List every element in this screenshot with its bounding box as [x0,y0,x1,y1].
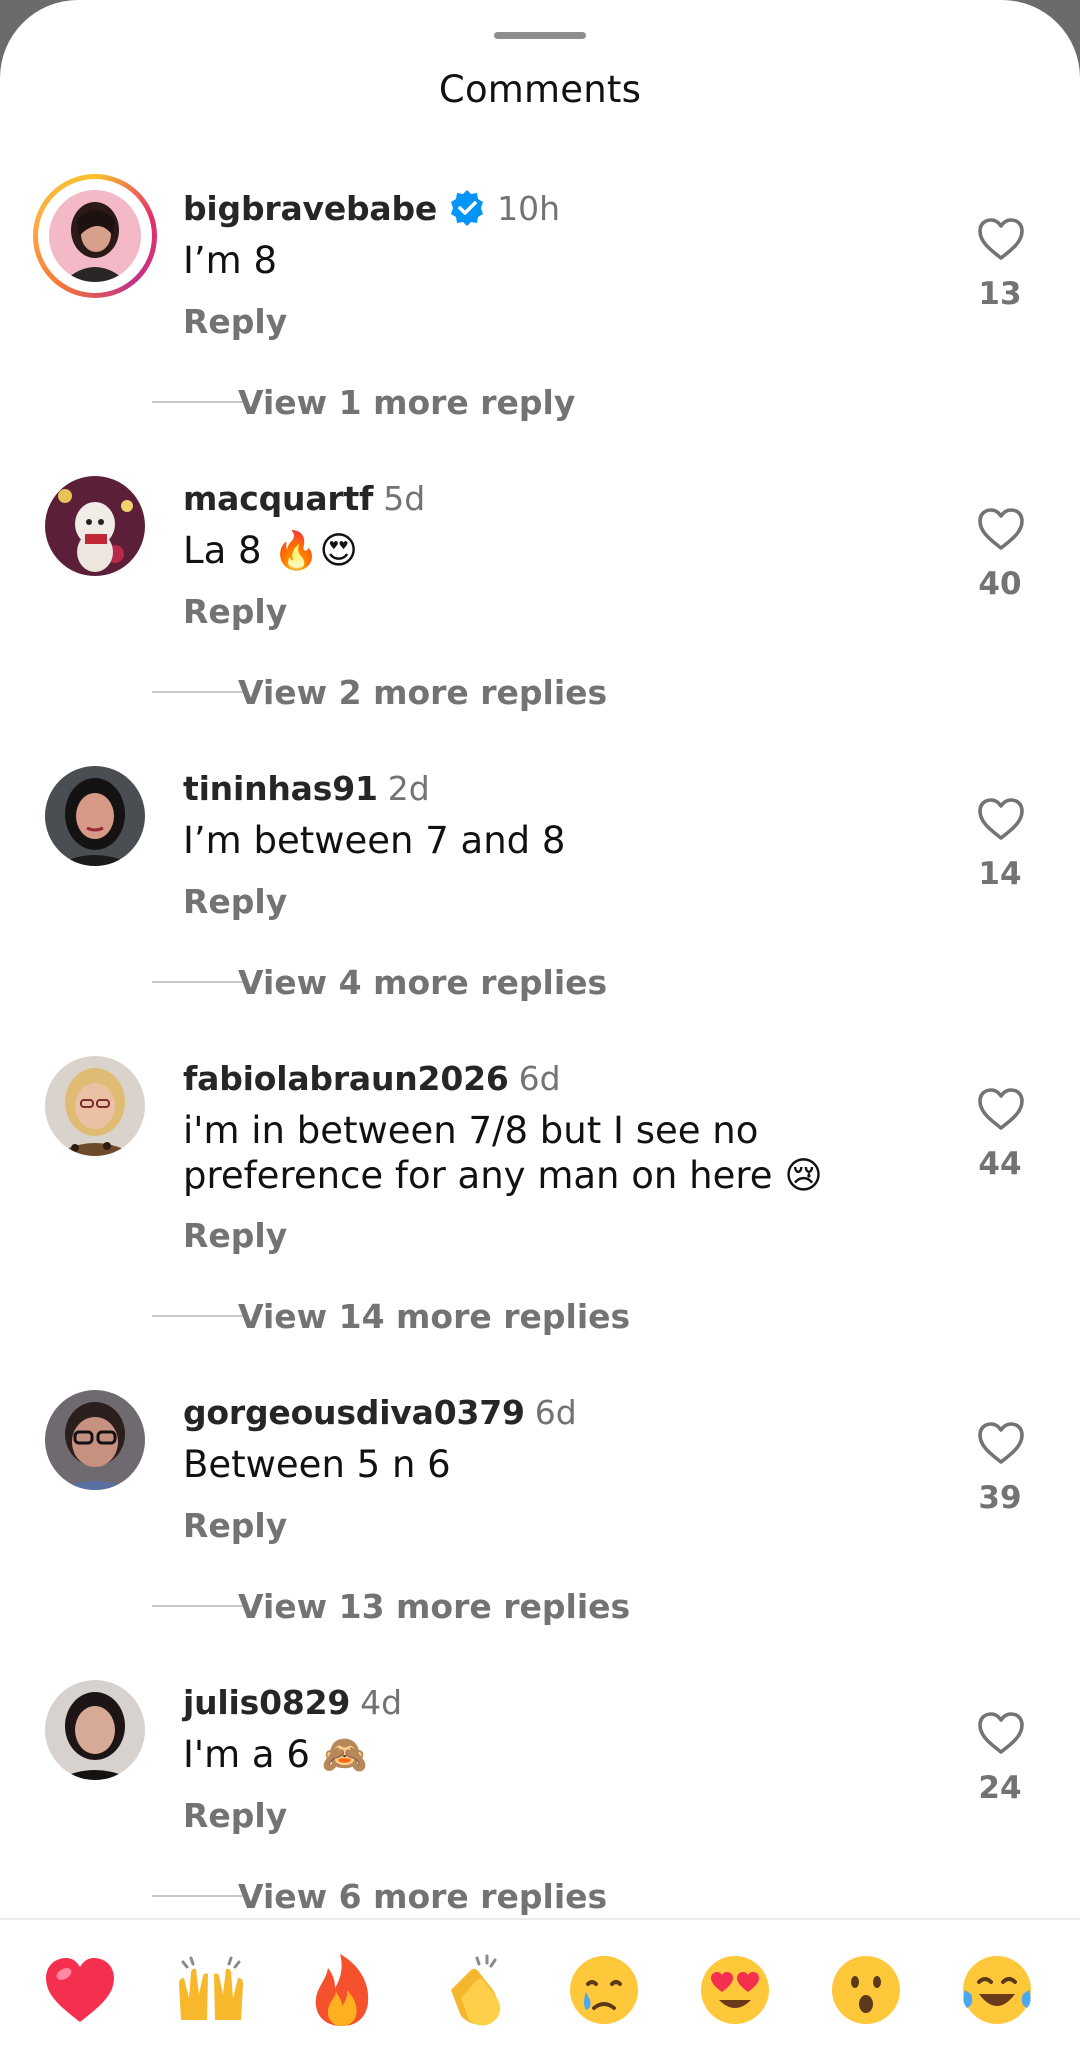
comments-sheet: Comments bigbravebabe 10h I’m 8 Reply 13… [0,0,1080,2055]
divider [152,981,245,983]
username[interactable]: bigbravebabe [183,189,437,228]
comment-time: 6d [518,1058,561,1098]
reply-button[interactable]: Reply [183,302,287,341]
comment-time: 2d [387,768,430,808]
like-count: 14 [978,856,1022,892]
comment-item: macquartf 5d La 8 🔥😍 Reply 40 View 2 mor… [0,476,1080,736]
comment-item: fabiolabraun2026 6d i'm in between 7/8 b… [0,1056,1080,1336]
comment-text: La 8 🔥😍 [183,529,358,572]
comment-time: 4d [360,1682,403,1722]
comment-item: bigbravebabe 10h I’m 8 Reply 13 View 1 m… [0,174,1080,446]
like-count: 44 [978,1146,1022,1182]
divider [152,1315,245,1317]
comment-text: I’m 8 [183,239,278,282]
view-more-replies[interactable]: View 4 more replies [152,962,607,1002]
sheet-title: Comments [438,68,642,111]
reply-button[interactable]: Reply [183,882,287,921]
view-more-replies-label[interactable]: View 2 more replies [238,673,607,712]
like-count: 39 [978,1480,1022,1516]
reply-button[interactable]: Reply [183,1216,287,1255]
username[interactable]: tininhas91 [183,769,378,808]
view-more-replies-label[interactable]: View 4 more replies [238,963,607,1002]
view-more-replies-label[interactable]: View 1 more reply [238,383,575,422]
username[interactable]: julis0829 [183,1683,350,1722]
heart-icon[interactable] [976,506,1026,552]
view-more-replies[interactable]: View 13 more replies [152,1586,630,1626]
reply-button[interactable]: Reply [183,1796,287,1835]
heart-icon[interactable] [976,796,1026,842]
view-more-replies[interactable]: View 6 more replies [152,1876,607,1916]
verified-badge-icon [447,188,487,228]
surprised-face-emoji-icon[interactable] [826,1950,906,2030]
view-more-replies[interactable]: View 14 more replies [152,1296,630,1336]
view-more-replies[interactable]: View 2 more replies [152,672,607,712]
reply-button[interactable]: Reply [183,1506,287,1545]
comment-item: julis0829 4d I'm a 6 🙈 Reply 24 View 6 m… [0,1680,1080,1940]
comment-time: 6d [534,1392,577,1432]
view-more-replies-label[interactable]: View 6 more replies [238,1877,607,1916]
heart-icon[interactable] [976,1086,1026,1132]
divider [152,1895,245,1897]
divider [152,1605,245,1607]
avatar[interactable] [49,190,141,282]
comment-text: I'm a 6 🙈 [183,1733,368,1776]
tears-of-joy-emoji-icon[interactable] [957,1950,1037,2030]
view-more-replies-label[interactable]: View 13 more replies [238,1587,630,1626]
view-more-replies[interactable]: View 1 more reply [152,382,575,422]
comment-text: Between 5 n 6 [183,1443,451,1486]
comment-text: i'm in between 7/8 but I see no preferen… [183,1109,823,1197]
heart-icon[interactable] [976,1420,1026,1466]
avatar[interactable] [45,1680,145,1780]
like-count: 13 [978,276,1022,312]
heart-eyes-emoji-icon[interactable] [695,1950,775,2030]
like-count: 24 [978,1770,1022,1806]
view-more-replies-label[interactable]: View 14 more replies [238,1297,630,1336]
drag-handle[interactable] [494,32,586,39]
crying-face-emoji-icon[interactable] [564,1950,644,2030]
avatar[interactable] [45,1390,145,1490]
divider [152,691,245,693]
divider [152,401,245,403]
username[interactable]: macquartf [183,479,373,518]
avatar[interactable] [45,476,145,576]
heart-icon[interactable] [976,1710,1026,1756]
username[interactable]: gorgeousdiva0379 [183,1393,525,1432]
comment-item: gorgeousdiva0379 6d Between 5 n 6 Reply … [0,1390,1080,1650]
comment-item: tininhas91 2d I’m between 7 and 8 Reply … [0,766,1080,1026]
avatar[interactable] [45,766,145,866]
username[interactable]: fabiolabraun2026 [183,1059,509,1098]
reply-button[interactable]: Reply [183,592,287,631]
comment-time: 5d [383,478,426,518]
red-heart-emoji-icon[interactable] [40,1950,120,2030]
raising-hands-emoji-icon[interactable] [171,1950,251,2030]
heart-icon[interactable] [976,216,1026,262]
quick-reaction-bar [0,1918,1080,2055]
like-count: 40 [978,566,1022,602]
fire-emoji-icon[interactable] [302,1950,382,2030]
comment-text: I’m between 7 and 8 [183,819,566,862]
comment-time: 10h [497,188,561,228]
avatar[interactable] [45,1056,145,1156]
clapping-hands-emoji-icon[interactable] [433,1950,513,2030]
